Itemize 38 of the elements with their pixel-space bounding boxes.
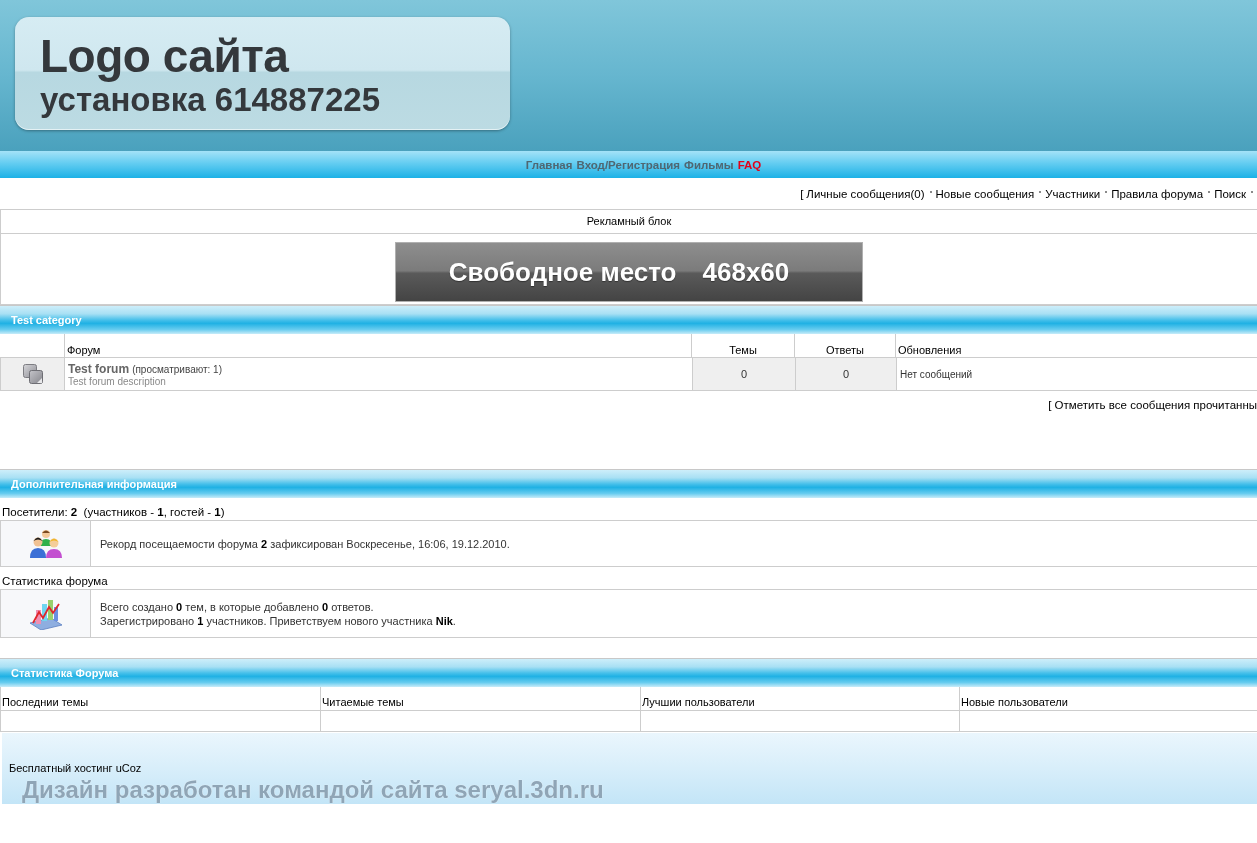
column-header: Новые пользователи — [960, 687, 1257, 711]
logo-title: Logo сайта — [40, 31, 289, 81]
viewers-count: (просматривают: 1) — [132, 364, 222, 375]
column-header: Форум — [64, 334, 692, 357]
users-icon — [28, 528, 63, 559]
topics-count: 0 — [692, 357, 795, 390]
forum-link[interactable]: Test forum — [68, 362, 130, 376]
last-update: Нет сообщений — [896, 357, 1257, 390]
column-header: Последнии темы — [1, 687, 321, 711]
info-label: Посетители: 2 (участников - 1, гостей - 1) — [0, 498, 1257, 521]
section-title: Дополнительная информация — [11, 478, 177, 490]
forum-icon — [22, 364, 43, 384]
info-text: Зарегистрировано 1 участников. Приветствуем нового участника Nik. — [100, 613, 456, 628]
user-menu-link[interactable]: Правила форума — [1111, 188, 1204, 200]
section-title: Статистика Форума — [11, 667, 119, 679]
chart-icon — [28, 597, 63, 630]
banner-text: Свободное место — [448, 256, 677, 288]
info-label: Статистика форума — [0, 567, 1257, 590]
user-menu-link[interactable]: Поиск — [1214, 188, 1246, 200]
design-credit: Дизайн разработан командой сайта seryal.3dn.ru — [22, 777, 604, 803]
user-menu-link[interactable]: Участники — [1045, 188, 1101, 200]
section-title: Test category — [11, 314, 82, 326]
mark-read-link[interactable]: Отметить все сообщения прочитанны — [1054, 398, 1257, 411]
user-menu-link[interactable]: Новые сообщения — [935, 188, 1035, 200]
ad-block-title: Рекламный блок — [1, 210, 1257, 234]
column-header: Лучшии пользователи — [641, 687, 960, 711]
bracket-text: [ — [1048, 398, 1052, 411]
forum-description: Test forum description — [68, 376, 166, 388]
hosting-text: Бесплатный хостинг uCoz — [9, 762, 142, 774]
info-text: Всего создано 0 тем, в которые добавлено 0 ответов. — [100, 599, 374, 614]
info-text: Рекорд посещаемости форума 2 зафиксирован Воскресенье, 16:06, 19.12.2010. — [100, 536, 510, 551]
user-menu-link[interactable]: Личные сообщения(0) — [806, 188, 925, 200]
replies-count: 0 — [795, 357, 896, 390]
bracket-text: [ — [800, 188, 804, 200]
column-header: Обновления — [897, 343, 963, 357]
column-header: Читаемые темы — [321, 687, 641, 711]
logo-subtitle: установка 614887225 — [40, 81, 380, 119]
banner-size: 468x60 — [702, 256, 790, 288]
